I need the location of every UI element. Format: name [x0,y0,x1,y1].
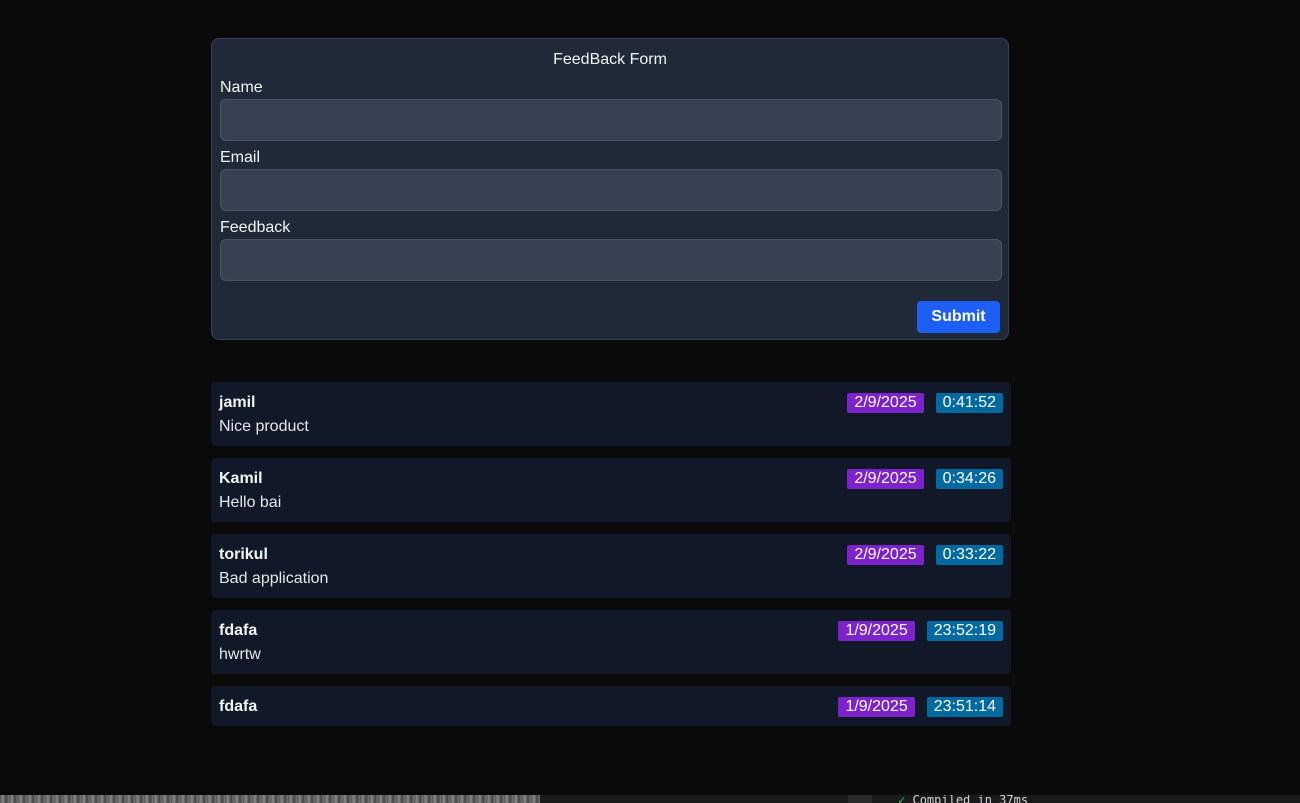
time-badge: 0:33:22 [935,545,1003,565]
date-badge: 2/9/2025 [847,469,924,489]
form-title: FeedBack Form [553,51,667,68]
name-label: Name [220,79,263,96]
feedback-badges: 1/9/2025 23:52:19 [838,621,1003,641]
time-badge: 0:34:26 [935,469,1003,489]
feedback-message: Hello bai [219,494,282,511]
feedback-author: fdafa [219,698,258,715]
terminal-output: ✓ Compiled in 37ms [898,795,1028,803]
feedback-list: jamil Nice product 2/9/2025 0:41:52 Kami… [211,382,1011,738]
submit-button[interactable]: Submit [917,301,1000,333]
terminal-edge [848,795,872,803]
time-badge: 23:51:14 [926,697,1003,717]
feedback-author: jamil [219,394,256,411]
date-badge: 2/9/2025 [847,545,924,565]
page: FeedBack Form Name Email Feedback Submit… [0,0,1300,803]
feedback-item: Kamil Hello bai 2/9/2025 0:34:26 [211,458,1011,522]
date-badge: 1/9/2025 [838,697,915,717]
email-input[interactable] [220,169,1002,211]
email-label: Email [220,149,261,166]
feedback-item: fdafa hwrtw 1/9/2025 23:52:19 [211,610,1011,674]
feedback-badges: 2/9/2025 0:41:52 [847,393,1003,413]
feedback-message: Nice product [219,418,309,435]
feedback-label: Feedback [220,219,291,236]
feedback-item: torikul Bad application 2/9/2025 0:33:22 [211,534,1011,598]
feedback-item: jamil Nice product 2/9/2025 0:41:52 [211,382,1011,446]
check-icon: ✓ [898,795,906,803]
feedback-item: fdafa 1/9/2025 23:51:14 [211,686,1011,726]
compile-status: Compiled in 37ms [912,795,1029,803]
time-badge: 0:41:52 [935,393,1003,413]
feedback-form: FeedBack Form Name Email Feedback Submit [211,38,1009,340]
feedback-input[interactable] [220,239,1002,281]
feedback-message: hwrtw [219,646,261,663]
wallpaper-texture [0,795,540,803]
feedback-author: fdafa [219,622,258,639]
feedback-message: Bad application [219,570,329,587]
feedback-author: torikul [219,546,268,563]
feedback-badges: 1/9/2025 23:51:14 [838,697,1003,717]
name-input[interactable] [220,99,1002,141]
date-badge: 2/9/2025 [847,393,924,413]
feedback-badges: 2/9/2025 0:34:26 [847,469,1003,489]
desktop-strip: ✓ Compiled in 37ms [0,795,1300,803]
time-badge: 23:52:19 [926,621,1003,641]
feedback-badges: 2/9/2025 0:33:22 [847,545,1003,565]
date-badge: 1/9/2025 [838,621,915,641]
feedback-author: Kamil [219,470,263,487]
